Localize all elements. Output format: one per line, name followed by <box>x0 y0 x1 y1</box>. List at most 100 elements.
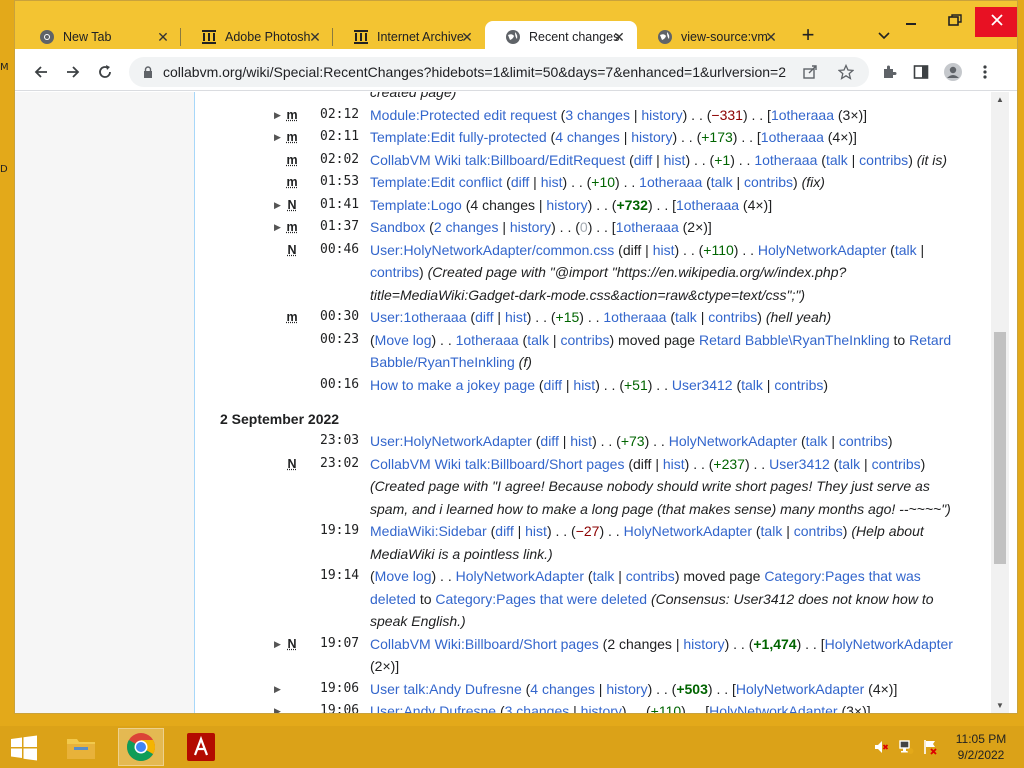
wiki-link[interactable]: Retard Babble\RyanTheInkling <box>699 332 890 348</box>
wiki-link[interactable]: User:HolyNetworkAdapter/common.css <box>370 242 614 258</box>
wiki-link[interactable]: 2 changes <box>434 219 499 235</box>
wiki-link[interactable]: contribs <box>872 456 921 472</box>
wiki-link[interactable]: Sandbox <box>370 219 425 235</box>
close-icon[interactable]: ✕ <box>307 29 323 45</box>
wiki-link[interactable]: talk <box>895 242 917 258</box>
wiki-link[interactable]: How to make a jokey page <box>370 377 535 393</box>
new-tab-button[interactable]: + <box>795 23 821 49</box>
wiki-link[interactable]: HolyNetworkAdapter <box>456 568 584 584</box>
wiki-link[interactable]: Template:Edit fully-protected <box>370 129 547 145</box>
side-panel-icon[interactable] <box>911 62 931 82</box>
wiki-link[interactable]: diff <box>475 309 493 325</box>
expand-arrow-icon[interactable]: ▶ <box>274 216 284 239</box>
expand-arrow-icon[interactable]: ▶ <box>274 633 284 656</box>
wiki-link[interactable]: diff <box>511 174 529 190</box>
close-icon[interactable]: ✕ <box>459 29 475 45</box>
wiki-link[interactable]: talk <box>806 433 828 449</box>
wiki-link[interactable]: hist <box>573 377 595 393</box>
wiki-link[interactable]: 1otheraaa <box>616 219 679 235</box>
tab-adobe-photoshop[interactable]: Adobe Photosh ✕ <box>181 21 333 53</box>
start-button[interactable] <box>10 735 38 761</box>
back-button[interactable] <box>27 59 55 85</box>
wiki-link[interactable]: hist <box>505 309 527 325</box>
wiki-link[interactable]: talk <box>593 568 615 584</box>
close-icon[interactable]: ✕ <box>155 29 171 45</box>
wiki-link[interactable]: history <box>683 636 724 652</box>
wiki-link[interactable]: contribs <box>626 568 675 584</box>
expand-arrow-icon[interactable]: ▶ <box>274 700 284 713</box>
network-icon[interactable] <box>898 739 914 755</box>
wiki-link[interactable]: history <box>631 129 672 145</box>
wiki-link[interactable]: HolyNetworkAdapter <box>825 636 953 652</box>
wiki-link[interactable]: HolyNetworkAdapter <box>709 703 837 713</box>
action-center-flag-icon[interactable] <box>922 739 938 755</box>
wiki-link[interactable]: diff <box>544 377 562 393</box>
wiki-link[interactable]: contribs <box>708 309 757 325</box>
wiki-link[interactable]: HolyNetworkAdapter <box>624 523 752 539</box>
wiki-link[interactable]: talk <box>741 377 763 393</box>
wiki-link[interactable]: diff <box>495 523 513 539</box>
wiki-link[interactable]: talk <box>761 523 783 539</box>
wiki-link[interactable]: contribs <box>370 264 419 280</box>
wiki-link[interactable]: hist <box>570 433 592 449</box>
expand-arrow-icon[interactable]: ▶ <box>274 104 284 127</box>
wiki-link[interactable]: HolyNetworkAdapter <box>669 433 797 449</box>
wiki-link[interactable]: User:HolyNetworkAdapter <box>370 433 532 449</box>
wiki-link[interactable]: contribs <box>774 377 823 393</box>
address-bar[interactable]: collabvm.org/wiki/Special:RecentChanges?… <box>129 57 869 87</box>
wiki-link[interactable]: diff <box>634 152 652 168</box>
wiki-link[interactable]: 4 changes <box>555 129 620 145</box>
wiki-link[interactable]: contribs <box>839 433 888 449</box>
minimize-button[interactable] <box>889 7 933 37</box>
wiki-link[interactable]: diff <box>540 433 558 449</box>
wiki-link[interactable]: User talk:Andy Dufresne <box>370 681 522 697</box>
wiki-link[interactable]: history <box>581 703 622 713</box>
wiki-link[interactable]: 1otheraaa <box>771 107 834 123</box>
wiki-link[interactable]: Move log <box>375 568 432 584</box>
wiki-link[interactable]: CollabVM Wiki talk:Billboard/EditRequest <box>370 152 625 168</box>
wiki-link[interactable]: 1otheraaa <box>456 332 519 348</box>
wiki-link[interactable]: hist <box>653 242 675 258</box>
scroll-up-arrow-icon[interactable]: ▲ <box>991 92 1009 108</box>
wiki-link[interactable]: 3 changes <box>505 703 570 713</box>
wiki-link[interactable]: User:Andy Dufresne <box>370 703 496 713</box>
wiki-link[interactable]: 1otheraaa <box>761 129 824 145</box>
wiki-link[interactable]: contribs <box>744 174 793 190</box>
wiki-link[interactable]: hist <box>663 456 685 472</box>
taskbar-adobe-reader[interactable] <box>178 728 224 766</box>
wiki-link[interactable]: history <box>641 107 682 123</box>
wiki-link[interactable]: Module:Protected edit request <box>370 107 557 123</box>
wiki-link[interactable]: 1otheraaa <box>754 152 817 168</box>
forward-button[interactable] <box>59 59 87 85</box>
close-icon[interactable]: ✕ <box>611 29 627 45</box>
wiki-link[interactable]: User:1otheraaa <box>370 309 467 325</box>
tab-view-source[interactable]: view-source:vm ✕ <box>637 21 789 53</box>
wiki-link[interactable]: hist <box>541 174 563 190</box>
star-icon[interactable] <box>837 63 855 81</box>
wiki-link[interactable]: User3412 <box>672 377 733 393</box>
wiki-link[interactable]: talk <box>675 309 697 325</box>
expand-arrow-icon[interactable]: ▶ <box>274 678 284 701</box>
wiki-link[interactable]: Move log <box>375 332 432 348</box>
vertical-scrollbar[interactable]: ▲ ▼ <box>991 92 1009 713</box>
wiki-link[interactable]: CollabVM Wiki:Billboard/Short pages <box>370 636 599 652</box>
expand-arrow-icon[interactable]: ▶ <box>274 126 284 149</box>
profile-avatar-icon[interactable] <box>943 62 963 82</box>
expand-arrow-icon[interactable]: ▶ <box>274 194 284 217</box>
volume-muted-icon[interactable] <box>873 739 889 755</box>
wiki-link[interactable]: 3 changes <box>565 107 630 123</box>
wiki-link[interactable]: hist <box>664 152 686 168</box>
wiki-link[interactable]: MediaWiki:Sidebar <box>370 523 487 539</box>
maximize-button[interactable] <box>933 7 977 37</box>
wiki-link[interactable]: 1otheraaa <box>603 309 666 325</box>
wiki-link[interactable]: contribs <box>859 152 908 168</box>
wiki-link[interactable]: history <box>510 219 551 235</box>
taskbar-file-explorer[interactable] <box>58 728 104 766</box>
wiki-link[interactable]: 1otheraaa <box>639 174 702 190</box>
wiki-link[interactable]: hist <box>525 523 547 539</box>
wiki-link[interactable]: talk <box>826 152 848 168</box>
tab-internet-archive[interactable]: Internet Archive ✕ <box>333 21 485 53</box>
wiki-link[interactable]: 4 changes <box>530 681 595 697</box>
wiki-link[interactable]: HolyNetworkAdapter <box>758 242 886 258</box>
wiki-link[interactable]: contribs <box>794 523 843 539</box>
